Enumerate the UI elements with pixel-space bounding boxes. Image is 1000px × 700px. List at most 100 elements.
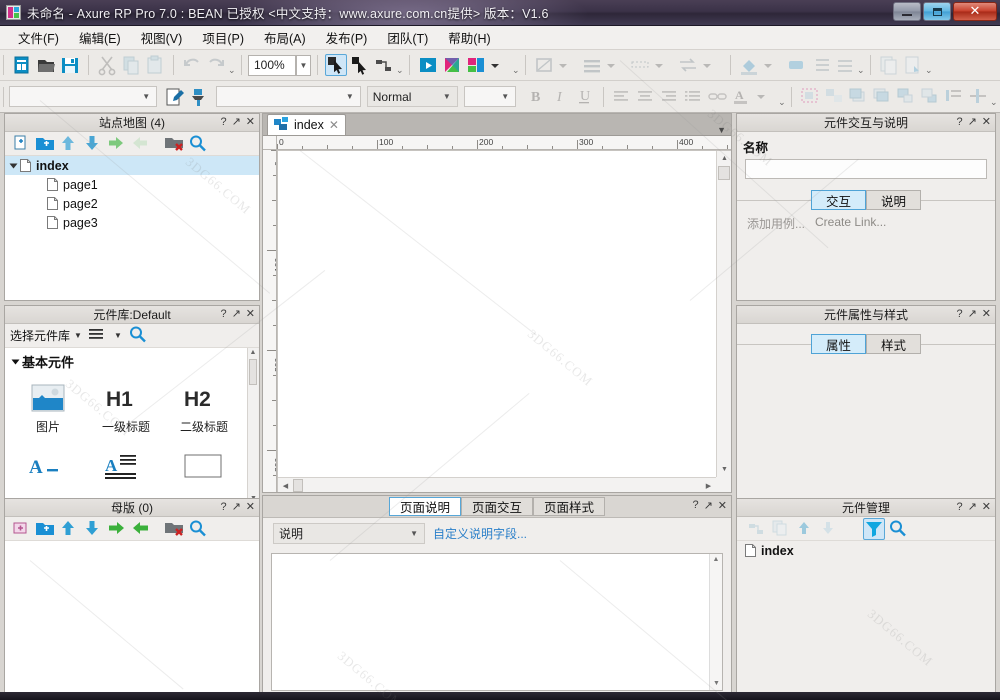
- align-middle-icon[interactable]: [967, 86, 989, 108]
- canvas-scroll-down-button[interactable]: ▼: [717, 462, 732, 477]
- tab-widget-style[interactable]: 样式: [866, 334, 921, 354]
- masters-close-icon[interactable]: ✕: [246, 500, 255, 515]
- page-notes-float-icon[interactable]: ↗: [704, 499, 713, 512]
- move-down-icon[interactable]: [818, 518, 840, 540]
- sitemap-item-page1[interactable]: page1: [5, 175, 259, 194]
- tab-widget-notes[interactable]: 说明: [866, 190, 921, 210]
- list-menu-icon[interactable]: [87, 325, 109, 347]
- scroll-down-arrow-icon[interactable]: ▼: [710, 678, 723, 690]
- delete-master-icon[interactable]: [163, 518, 185, 540]
- tab-widget-interactions[interactable]: 交互: [811, 190, 866, 210]
- indent-icon[interactable]: [106, 133, 128, 155]
- sitemap-float-icon[interactable]: ↗: [232, 115, 241, 130]
- preview-icon[interactable]: [417, 54, 439, 76]
- publish-dropdown-caret-icon[interactable]: [489, 54, 511, 76]
- add-folder-icon[interactable]: [34, 518, 56, 540]
- widget-manager-help-icon[interactable]: ?: [956, 500, 962, 515]
- canvas-tab-close-icon[interactable]: ✕: [329, 118, 339, 132]
- select-library-label[interactable]: 选择元件库: [10, 327, 70, 344]
- masters-list[interactable]: [5, 541, 259, 699]
- widget-h2[interactable]: H2 二级标题: [165, 377, 243, 445]
- move-down-icon[interactable]: [82, 518, 104, 540]
- widget-interactions-close-icon[interactable]: ✕: [982, 115, 991, 130]
- italic-icon[interactable]: I: [550, 86, 572, 108]
- delete-page-icon[interactable]: [163, 133, 185, 155]
- notes-textarea-scrollbar[interactable]: ▲ ▼: [709, 554, 722, 690]
- menu-team[interactable]: 团队(T): [377, 25, 438, 50]
- scroll-up-arrow-icon[interactable]: ▲: [248, 348, 258, 358]
- scroll-thumb[interactable]: [249, 359, 257, 385]
- canvas-hscroll-thumb[interactable]: [293, 479, 303, 492]
- add-page-icon[interactable]: [10, 133, 32, 155]
- distribute-icon[interactable]: [677, 54, 699, 76]
- widget-library-close-icon[interactable]: ✕: [246, 307, 255, 322]
- widget-library-float-icon[interactable]: ↗: [232, 307, 241, 322]
- page-notes-close-icon[interactable]: ✕: [718, 499, 727, 512]
- minimize-button[interactable]: [893, 2, 921, 21]
- widget-h1[interactable]: H1 一级标题: [87, 377, 165, 445]
- point-tool-icon[interactable]: [373, 54, 395, 76]
- widget-library-help-icon[interactable]: ?: [220, 307, 226, 322]
- font-size-combo[interactable]: ▼: [464, 86, 516, 107]
- menu-help[interactable]: 帮助(H): [438, 25, 500, 50]
- zoom-dropdown-button[interactable]: ▼: [296, 55, 311, 76]
- font-color-caret-icon[interactable]: [755, 86, 777, 108]
- copy-icon[interactable]: [770, 518, 792, 540]
- widget-paragraph[interactable]: A: [87, 445, 165, 505]
- crop-caret-icon[interactable]: [557, 54, 579, 76]
- move-down-icon[interactable]: [82, 133, 104, 155]
- widget-text[interactable]: A: [9, 445, 87, 505]
- font-state-combo[interactable]: Normal▼: [367, 86, 458, 107]
- select-tool-icon[interactable]: [325, 54, 347, 76]
- menu-layout[interactable]: 布局(A): [254, 25, 316, 50]
- sitemap-close-icon[interactable]: ✕: [246, 115, 255, 130]
- move-up-icon[interactable]: [58, 518, 80, 540]
- move-up-icon[interactable]: [58, 133, 80, 155]
- menu-publish[interactable]: 发布(P): [316, 25, 378, 50]
- widget-image[interactable]: 图片: [9, 377, 87, 445]
- widget-rectangle[interactable]: [165, 445, 243, 505]
- widget-properties-help-icon[interactable]: ?: [956, 307, 962, 322]
- send-backward-icon[interactable]: [919, 86, 941, 108]
- menu-edit[interactable]: 编辑(E): [69, 25, 131, 50]
- filter-icon[interactable]: [863, 518, 885, 540]
- custom-notes-field-link[interactable]: 自定义说明字段...: [433, 525, 527, 542]
- notes-field-select[interactable]: 说明▼: [273, 523, 425, 544]
- grid-icon[interactable]: [629, 54, 651, 76]
- menu-file[interactable]: 文件(F): [8, 25, 69, 50]
- page-notes-textarea[interactable]: ▲ ▼: [271, 553, 723, 691]
- widget-library-scrollbar[interactable]: ▲ ▼: [247, 348, 258, 504]
- style-edit-icon[interactable]: [163, 86, 185, 108]
- tab-widget-props[interactable]: 属性: [811, 334, 866, 354]
- bold-icon[interactable]: B: [526, 86, 548, 108]
- outdent-icon[interactable]: [130, 133, 152, 155]
- zoom-combo[interactable]: 100%: [248, 55, 296, 76]
- sitemap-help-icon[interactable]: ?: [220, 115, 226, 130]
- masters-float-icon[interactable]: ↗: [232, 500, 241, 515]
- menu-project[interactable]: 项目(P): [192, 25, 254, 50]
- add-master-icon[interactable]: [10, 518, 32, 540]
- widget-manager-close-icon[interactable]: ✕: [982, 500, 991, 515]
- shape-icon[interactable]: [786, 54, 808, 76]
- masters-help-icon[interactable]: ?: [220, 500, 226, 515]
- underline-icon[interactable]: U: [574, 86, 596, 108]
- line-spacing-icon[interactable]: [810, 54, 832, 76]
- widget-manager-item-index[interactable]: index: [737, 541, 995, 560]
- bring-front-icon[interactable]: [847, 86, 869, 108]
- tabstrip-overflow-caret-icon[interactable]: ▼: [717, 125, 731, 135]
- tab-page-style[interactable]: 页面样式: [533, 497, 605, 516]
- close-button[interactable]: ✕: [953, 2, 997, 21]
- add-use-case-link[interactable]: 添加用例...: [747, 215, 805, 232]
- tab-page-notes[interactable]: 页面说明: [389, 497, 461, 516]
- maximize-button[interactable]: [923, 2, 951, 21]
- distribute-caret-icon[interactable]: [701, 54, 723, 76]
- canvas-vscroll-thumb[interactable]: [718, 166, 730, 180]
- text-align-icon[interactable]: [834, 54, 856, 76]
- duplicate-icon[interactable]: [878, 54, 900, 76]
- crop-icon[interactable]: [533, 54, 555, 76]
- sitemap-item-page3[interactable]: page3: [5, 213, 259, 232]
- generate-html-icon[interactable]: [465, 54, 487, 76]
- outdent-icon[interactable]: [130, 518, 152, 540]
- format-painter-icon[interactable]: [187, 86, 209, 108]
- select-library-caret-icon[interactable]: ▼: [74, 331, 82, 340]
